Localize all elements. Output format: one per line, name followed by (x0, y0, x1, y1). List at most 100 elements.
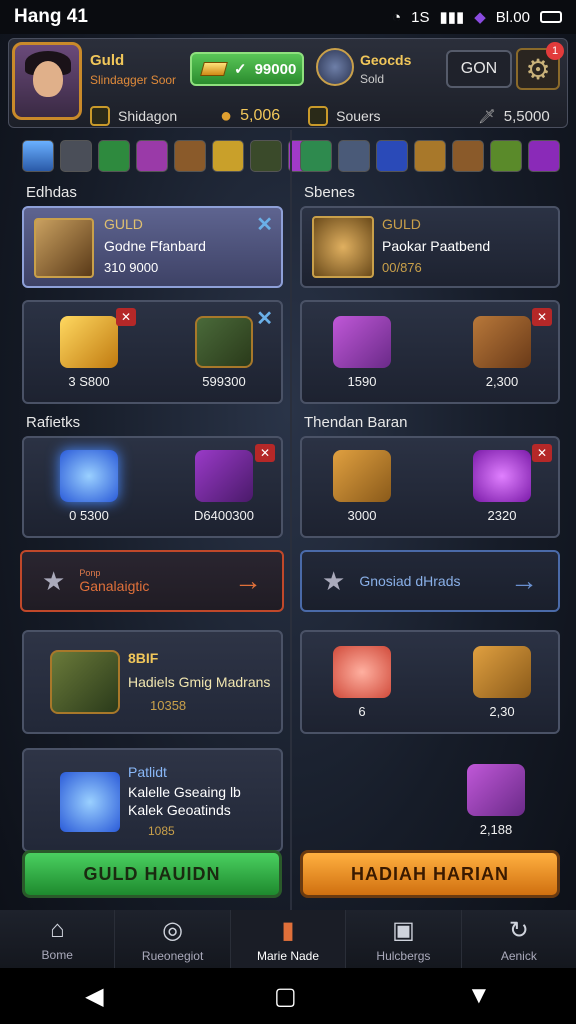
close-icon[interactable]: ✕ (532, 444, 552, 462)
avatar-face (33, 61, 63, 97)
resource-mid-label: Souers (336, 108, 381, 124)
nav-label: Bome (41, 948, 73, 962)
notification-badge: 1 (546, 42, 564, 60)
close-icon[interactable]: ✕ (532, 308, 552, 326)
guild-title: Guld (90, 52, 125, 69)
reward-card-r1-right[interactable]: 1590 2,300 ✕ (300, 300, 560, 404)
item-purple-gift[interactable]: 2,188 (456, 764, 536, 837)
gon-button[interactable]: GON (446, 50, 512, 88)
daily-gift-button[interactable]: HADIAH HARIAN (300, 850, 560, 898)
refresh-icon: ↻ (508, 916, 529, 944)
reward-card-r2-right[interactable]: 3000 2320 ✕ (300, 436, 560, 538)
player-avatar[interactable] (12, 42, 82, 120)
torch-icon[interactable] (250, 140, 282, 172)
emerald-icon[interactable] (300, 140, 332, 172)
wood-chest-icon (473, 316, 531, 368)
item-ore-chest[interactable]: 3000 (322, 450, 402, 523)
nav-label: Rueonegiot (141, 948, 204, 963)
item-gift-box[interactable]: 1590 (322, 316, 402, 389)
status-time: Hang 41 (14, 6, 88, 27)
close-icon[interactable]: ✕ (116, 308, 136, 326)
section-right-mid: Thendan Baran (304, 414, 408, 431)
green-potion-icon[interactable] (98, 140, 130, 172)
featured-right-tag: GULD (382, 216, 421, 232)
gold-cube-icon (60, 316, 118, 368)
guild-name-block: Guld Slindagger Soor (90, 52, 176, 87)
nav-tab-chest[interactable]: ▣ Hulcbergs (346, 910, 462, 968)
reward-left-sub: Ponp (79, 568, 101, 578)
blue-crystal-icon (60, 450, 118, 502)
resource-left-label: Shidagon (118, 108, 178, 124)
nav-tab-home[interactable]: ⌂ Bome (0, 910, 116, 968)
recents-icon[interactable]: ▼ (467, 982, 491, 1010)
reward-card-r2-left[interactable]: 0 5300 D6400300 ✕ (22, 436, 283, 538)
promo2-tag: Patlidt (128, 764, 167, 780)
reward-card-r3-right[interactable]: 6 2,30 (300, 630, 560, 734)
leaf-icon[interactable] (490, 140, 522, 172)
promo1-title: Hadiels Gmig Madrans (128, 674, 271, 690)
item-value: D6400300 (194, 508, 254, 523)
promo-card-2[interactable]: Patlidt Kalelle Gseaing lb Kalek Geoatin… (22, 748, 283, 852)
section-left-top: Edhdas (26, 184, 77, 201)
purple-chest-icon (195, 450, 253, 502)
amulet-icon[interactable] (414, 140, 446, 172)
featured-tag: GULD (104, 216, 143, 232)
reward-button-left[interactable]: ★ Ponp Ganalaigtic → (20, 550, 284, 612)
star-icon: ★ (42, 565, 66, 596)
featured-card-right[interactable]: GULD Paokar Paatbend 00/876 (300, 206, 560, 288)
back-icon[interactable]: ◀ (85, 982, 103, 1011)
amethyst-icon (473, 450, 531, 502)
ore-chest-icon (333, 450, 391, 502)
green-chest-icon (195, 316, 253, 368)
app-root: Hang 41 ◔ 1S ▮▮▮ ◆ Bl.00 Guld Slindagger… (0, 0, 576, 1024)
guild-main-button[interactable]: GULD HAUIDN (22, 850, 282, 898)
gold-shard-icon[interactable] (212, 140, 244, 172)
close-icon[interactable]: ✕ (256, 212, 273, 237)
featured-card-left[interactable]: GULD Godne Ffanbard 310 9000 ✕ (22, 206, 283, 288)
nav-label: Marie Nade (257, 948, 320, 963)
close-icon[interactable]: ✕ (255, 444, 275, 462)
item-gold-gift[interactable]: 2,30 (462, 646, 542, 719)
item-value: 2320 (487, 508, 517, 523)
coin-box-icon (90, 106, 110, 126)
item-blue-crystal[interactable]: 0 5300 (44, 450, 134, 523)
gold-value: 99000 (254, 60, 297, 78)
purple-orb-icon[interactable] (136, 140, 168, 172)
gold-button[interactable]: ✓ 99000 (190, 52, 304, 86)
close-icon[interactable]: ✕ (256, 306, 273, 331)
armor-icon[interactable] (60, 140, 92, 172)
promo-card-1[interactable]: 8BIF Hadiels Gmig Madrans 10358 (22, 630, 283, 734)
item-value: 3 S800 (68, 374, 110, 389)
blue-crystal-icon (60, 772, 120, 832)
chest-icon: ▣ (392, 916, 415, 944)
purple-gift-icon (467, 764, 525, 816)
item-value: 2,300 (485, 374, 519, 389)
blue-gem-icon[interactable] (22, 140, 54, 172)
nav-tab-refresh[interactable]: ↻ Aenick (462, 910, 576, 968)
souls-icon (308, 106, 329, 126)
item-wood-chest[interactable]: 2,300 (462, 316, 542, 389)
item-gold-cube[interactable]: 3 S800 (44, 316, 134, 389)
nav-tab-settings[interactable]: ◎ Rueonegiot (115, 910, 231, 968)
item-amethyst[interactable]: 2320 (462, 450, 542, 523)
nav-tab-main[interactable]: ▮ Marie Nade (230, 910, 347, 968)
crown-icon[interactable] (452, 140, 484, 172)
reward-card-r1-left[interactable]: 3 S800 ✕ 599300 ✕ (22, 300, 283, 404)
blue-shield-icon[interactable] (376, 140, 408, 172)
amethyst-icon[interactable] (528, 140, 560, 172)
tools-icon[interactable] (338, 140, 370, 172)
guild-emblem-icon[interactable] (316, 48, 354, 86)
reward-button-right[interactable]: ★ Gnosiad dHrads → (300, 550, 560, 612)
item-value: 2,30 (489, 704, 515, 719)
item-ruby[interactable]: 6 (322, 646, 402, 719)
chest-icon[interactable] (174, 140, 206, 172)
coin-icon: ● (220, 104, 233, 127)
signal-icon: ▮▮▮ (439, 9, 465, 26)
featured-right-title: Paokar Paatbend (382, 238, 491, 254)
promo1-tag: 8BIF (128, 650, 159, 666)
signal-value: 1S (411, 8, 430, 26)
bottom-nav: ⌂ Bome ◎ Rueonegiot ▮ Marie Nade ▣ Hulcb… (0, 910, 576, 968)
status-bar: Hang 41 ◔ 1S ▮▮▮ ◆ Bl.00 (0, 0, 576, 34)
home-icon: ⌂ (49, 916, 65, 943)
home-square-icon[interactable]: ▢ (274, 982, 297, 1011)
